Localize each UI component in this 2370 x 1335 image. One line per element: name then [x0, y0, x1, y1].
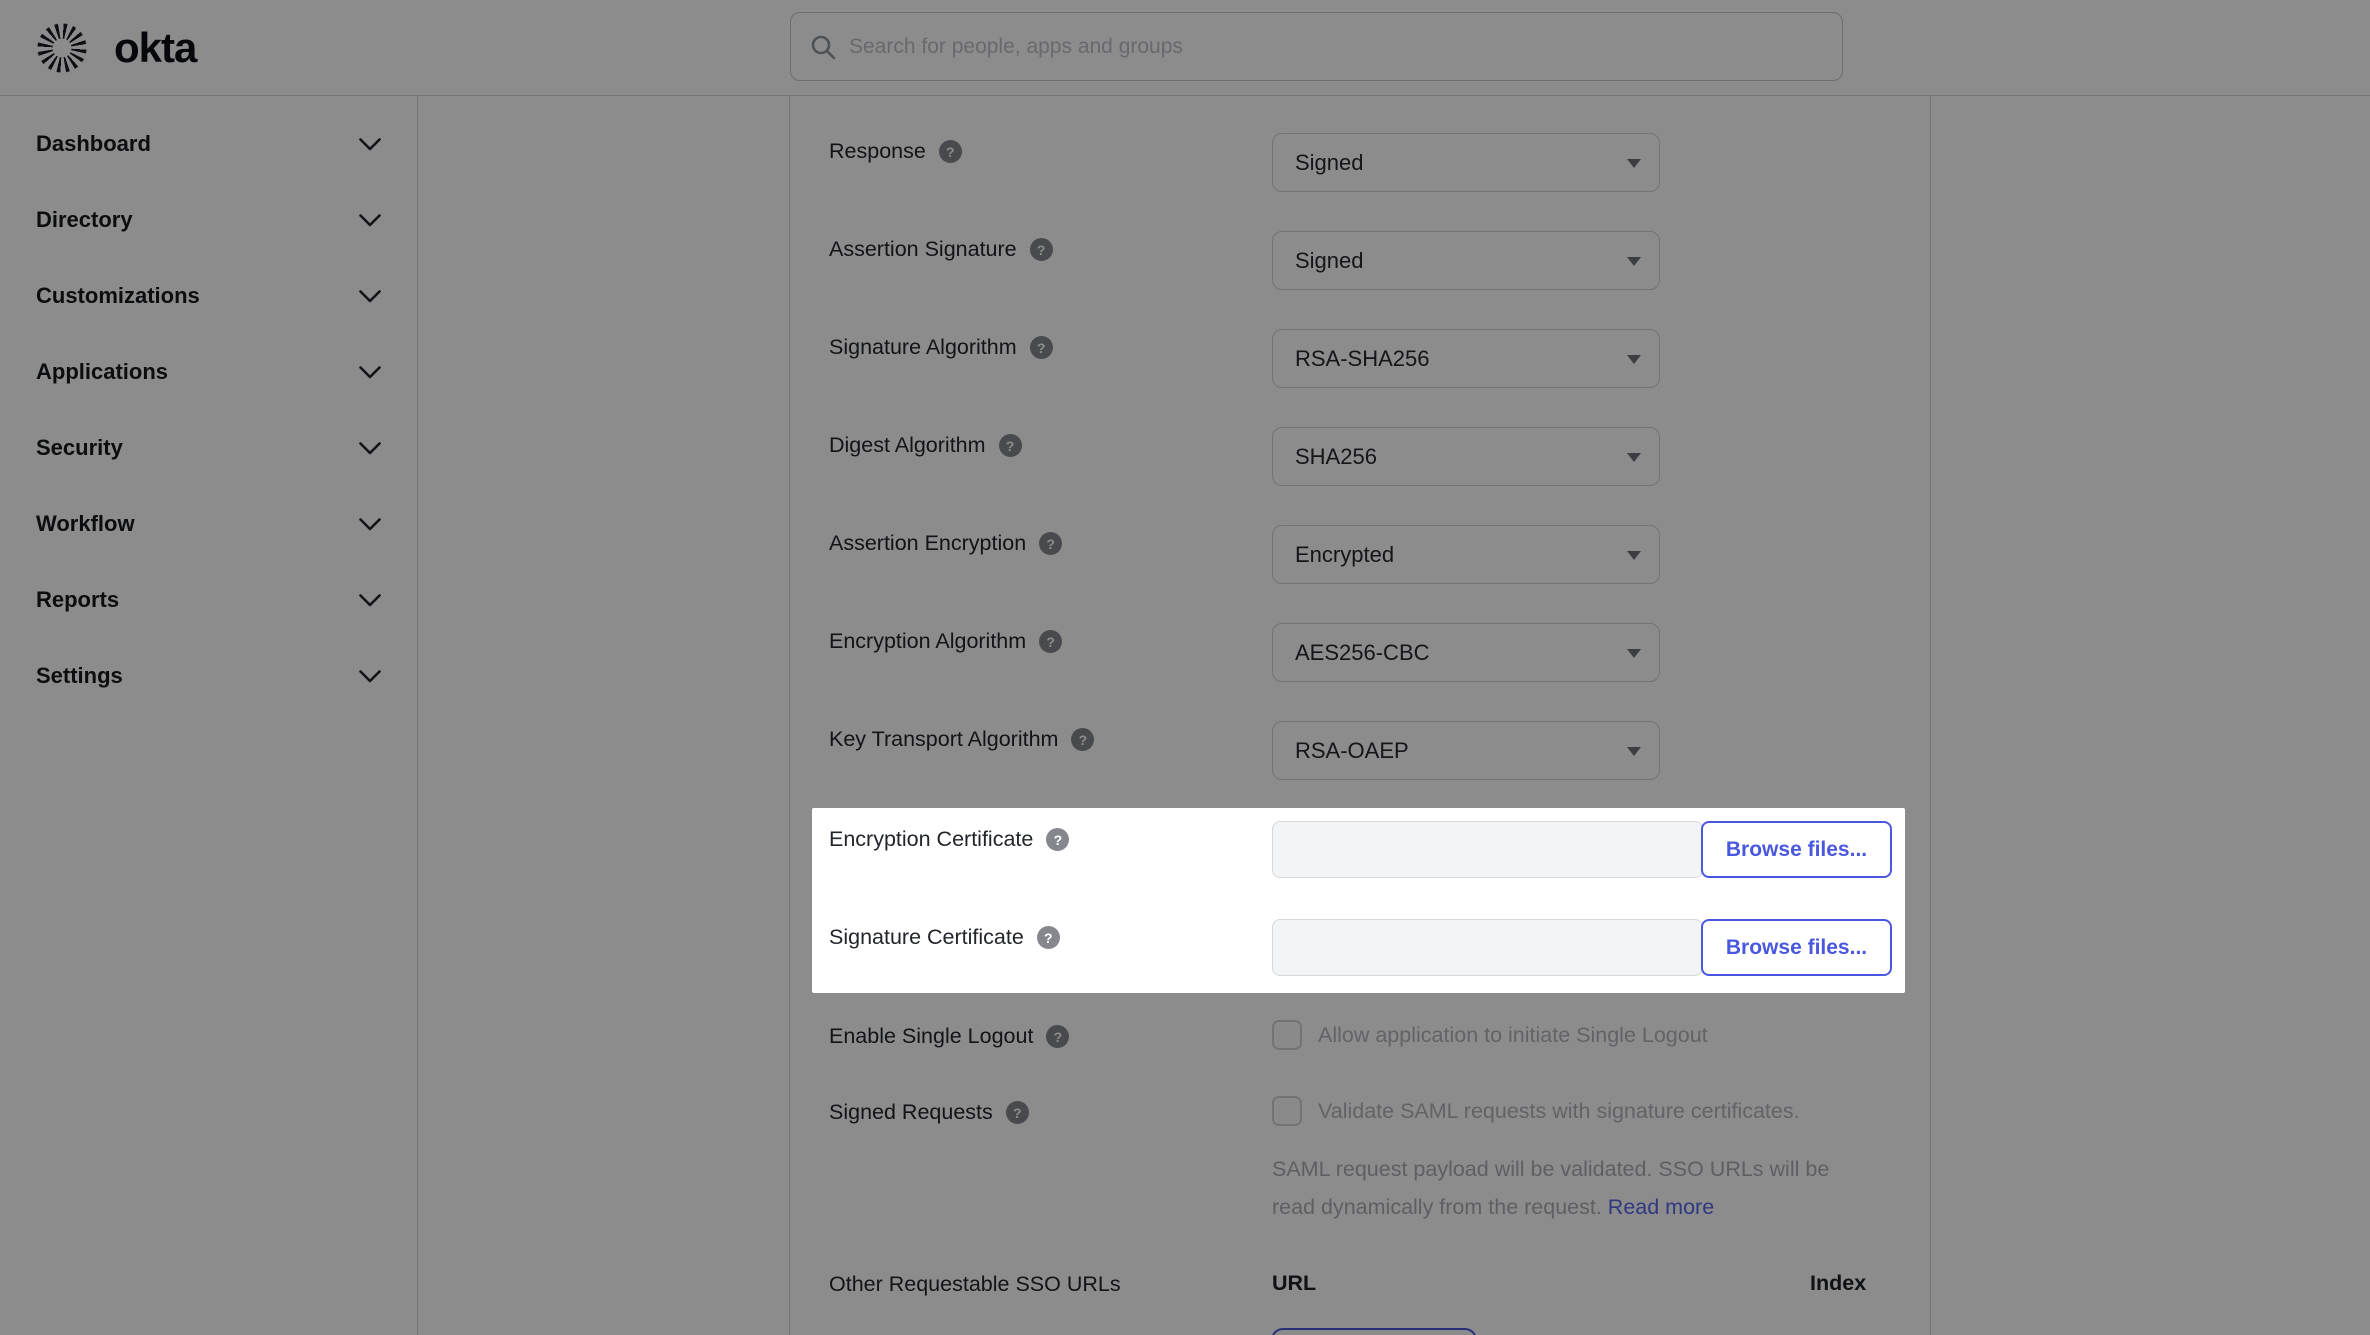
help-icon[interactable]: ?	[1039, 532, 1063, 555]
caret-down-icon	[1627, 649, 1641, 658]
encryption-certificate-file-input[interactable]	[1272, 821, 1703, 878]
sidebar-item-security[interactable]: Security	[0, 410, 417, 486]
caret-down-icon	[1627, 551, 1641, 560]
search-input[interactable]	[790, 12, 1843, 81]
saml-settings-panel: Response ? Signed Assertion Signature ? …	[789, 96, 1931, 1335]
field-label: Key Transport Algorithm	[829, 727, 1059, 751]
sidebar-item-dashboard[interactable]: Dashboard	[0, 106, 417, 182]
sidebar-item-label: Directory	[36, 207, 133, 232]
sso-url-input-partial[interactable]	[1271, 1328, 1477, 1335]
chevron-down-icon	[359, 669, 381, 682]
field-label: Encryption Algorithm	[829, 629, 1027, 653]
field-label: Assertion Encryption	[829, 531, 1027, 555]
field-label: Encryption Certificate	[829, 827, 1034, 851]
read-more-link[interactable]: Read more	[1608, 1195, 1714, 1219]
signature-algorithm-select[interactable]: RSA-SHA256	[1272, 329, 1660, 388]
okta-wordmark: okta	[114, 24, 197, 71]
sidebar-item-workflow[interactable]: Workflow	[0, 486, 417, 562]
chevron-down-icon	[359, 289, 381, 302]
sidebar-item-customizations[interactable]: Customizations	[0, 258, 417, 334]
chevron-down-icon	[359, 593, 381, 606]
global-search	[790, 12, 1843, 81]
checkbox-option-label: Allow application to initiate Single Log…	[1318, 1023, 1708, 1047]
help-icon[interactable]: ?	[1029, 238, 1053, 261]
sidebar-item-label: Settings	[36, 663, 123, 688]
field-label: Response	[829, 139, 926, 163]
okta-logo-icon	[34, 20, 90, 76]
sidebar-item-label: Applications	[36, 359, 169, 384]
field-label: Digest Algorithm	[829, 433, 986, 457]
sidebar-item-label: Security	[36, 435, 123, 460]
caret-down-icon	[1627, 747, 1641, 756]
field-label: Signature Algorithm	[829, 335, 1017, 359]
brand[interactable]: okta	[34, 20, 197, 76]
help-icon[interactable]: ?	[1046, 828, 1070, 851]
help-icon[interactable]: ?	[1036, 926, 1060, 949]
encryption-algorithm-select[interactable]: AES256-CBC	[1272, 623, 1660, 682]
chevron-down-icon	[359, 441, 381, 454]
chevron-down-icon	[359, 137, 381, 150]
signed-requests-note: SAML request payload will be validated. …	[1272, 1157, 1830, 1219]
help-icon[interactable]: ?	[998, 434, 1022, 457]
sidebar: Dashboard Directory Customizations Appli…	[0, 96, 418, 1335]
sso-index-column-header: Index	[1810, 1271, 1867, 1295]
sidebar-item-settings[interactable]: Settings	[0, 638, 417, 714]
help-icon[interactable]: ?	[1005, 1101, 1029, 1124]
enable-single-logout-checkbox[interactable]	[1272, 1020, 1302, 1050]
help-icon[interactable]: ?	[1046, 1025, 1070, 1048]
help-icon[interactable]: ?	[1029, 336, 1053, 359]
chevron-down-icon	[359, 517, 381, 530]
assertion-encryption-select[interactable]: Encrypted	[1272, 525, 1660, 584]
sidebar-item-label: Workflow	[36, 511, 135, 536]
signature-certificate-file-input[interactable]	[1272, 919, 1703, 976]
sidebar-item-label: Dashboard	[36, 131, 151, 156]
field-label: Enable Single Logout	[829, 1024, 1034, 1048]
sidebar-item-label: Customizations	[36, 283, 200, 308]
caret-down-icon	[1627, 257, 1641, 266]
sso-url-column-header: URL	[1272, 1271, 1317, 1295]
okta-admin-console: okta ? Dashboard	[0, 0, 2370, 1335]
help-icon[interactable]: ?	[938, 140, 962, 163]
caret-down-icon	[1627, 453, 1641, 462]
search-icon	[811, 35, 836, 60]
caret-down-icon	[1627, 159, 1641, 168]
key-transport-algorithm-select[interactable]: RSA-OAEP	[1272, 721, 1660, 780]
field-label: Assertion Signature	[829, 237, 1017, 261]
assertion-signature-select[interactable]: Signed	[1272, 231, 1660, 290]
signed-requests-checkbox[interactable]	[1272, 1096, 1302, 1126]
sidebar-item-label: Reports	[36, 587, 120, 612]
chevron-down-icon	[359, 365, 381, 378]
sidebar-item-directory[interactable]: Directory	[0, 182, 417, 258]
help-icon[interactable]: ?	[1039, 630, 1063, 653]
sidebar-item-applications[interactable]: Applications	[0, 334, 417, 410]
digest-algorithm-select[interactable]: SHA256	[1272, 427, 1660, 486]
checkbox-option-label: Validate SAML requests with signature ce…	[1318, 1099, 1800, 1123]
field-label: Other Requestable SSO URLs	[829, 1272, 1121, 1296]
signature-certificate-browse-button[interactable]: Browse files...	[1701, 919, 1892, 976]
field-label: Signature Certificate	[829, 925, 1024, 949]
encryption-certificate-browse-button[interactable]: Browse files...	[1701, 821, 1892, 878]
field-label: Signed Requests	[829, 1100, 993, 1124]
response-select[interactable]: Signed	[1272, 133, 1660, 192]
help-icon[interactable]: ?	[1071, 728, 1095, 751]
sidebar-item-reports[interactable]: Reports	[0, 562, 417, 638]
caret-down-icon	[1627, 355, 1641, 364]
top-bar: okta ?	[0, 0, 2370, 96]
chevron-down-icon	[359, 213, 381, 226]
